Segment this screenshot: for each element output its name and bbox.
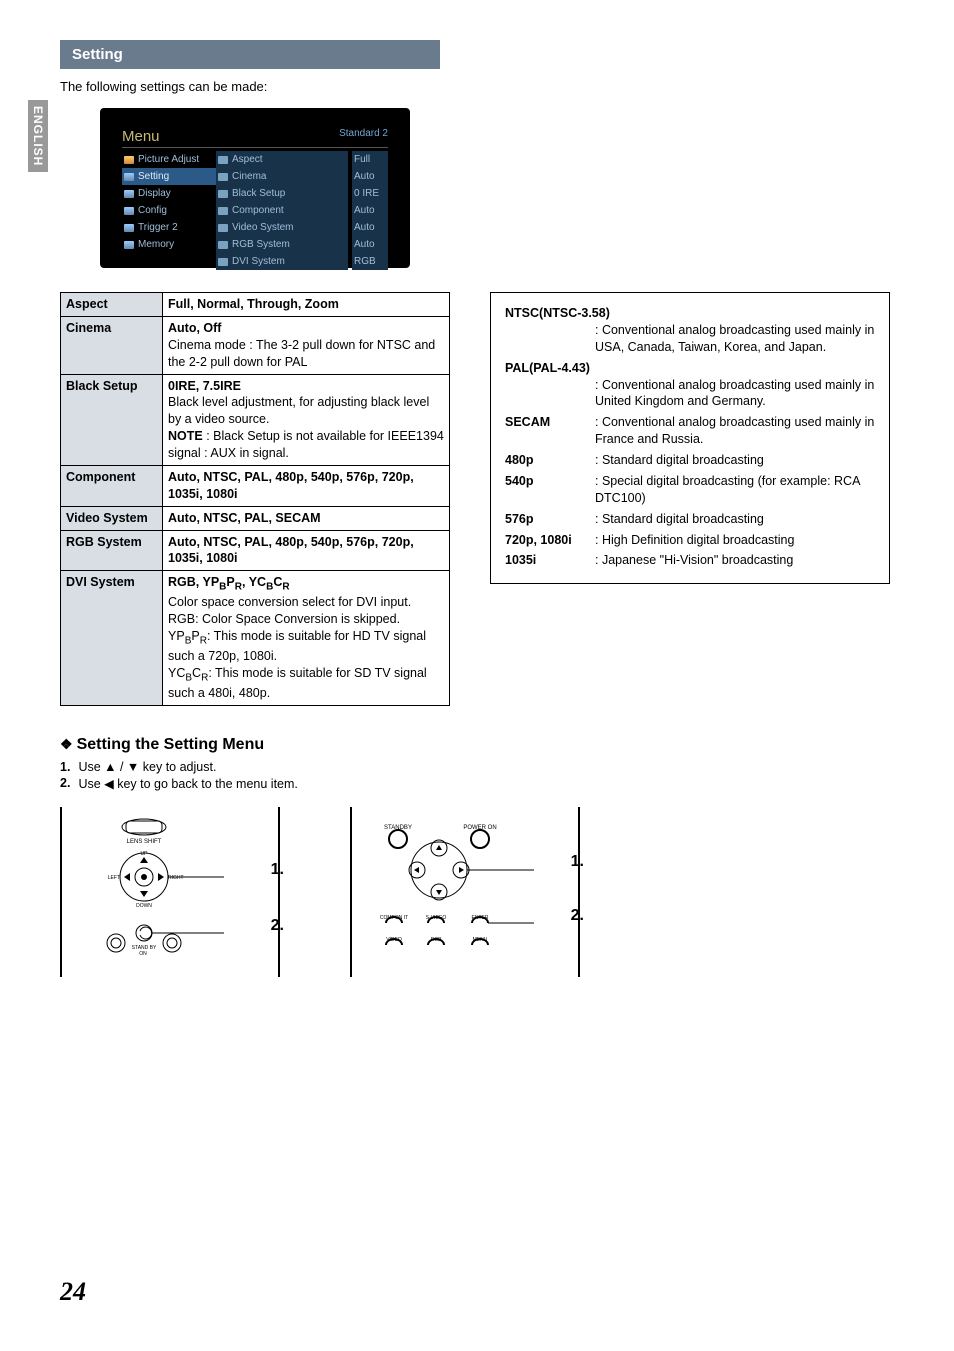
step-number: 2. xyxy=(60,776,70,791)
osd-setting-item: Component xyxy=(216,202,348,219)
format-label: 1035i xyxy=(505,552,595,569)
settings-table: AspectFull, Normal, Through, ZoomCinemaA… xyxy=(60,292,450,706)
setting-value-cell: Auto, NTSC, PAL, 480p, 540p, 576p, 720p,… xyxy=(163,530,450,571)
subsection-heading: ❖Setting the Setting Menu xyxy=(60,736,894,754)
osd-item-icon xyxy=(218,156,228,164)
format-label: 720p, 1080i xyxy=(505,532,595,549)
remote-controls-diagram: STANDBY POWER ON COMPON IT S-VIDEO ENTER… xyxy=(350,807,580,977)
setting-name-cell: RGB System xyxy=(61,530,163,571)
setting-name-cell: Aspect xyxy=(61,293,163,317)
format-desc: : Standard digital broadcasting xyxy=(595,511,875,528)
osd-left-item: Memory xyxy=(122,236,216,253)
callout-2: 2. xyxy=(571,907,584,925)
step-2-text: Use ◀ key to go back to the menu item. xyxy=(78,776,297,791)
osd-setting-value: Auto xyxy=(352,219,388,236)
osd-item-icon xyxy=(124,241,134,249)
callout-2: 2. xyxy=(271,917,284,935)
osd-left-item: Setting xyxy=(122,168,216,185)
format-desc: : Special digital broadcasting (for exam… xyxy=(595,473,875,507)
pal-title: PAL(PAL-4.43) xyxy=(505,360,875,377)
osd-item-icon xyxy=(218,241,228,249)
osd-item-icon xyxy=(124,207,134,215)
step-number: 1. xyxy=(60,760,70,774)
step-1-text: Use ▲ / ▼ key to adjust. xyxy=(78,760,216,774)
callout-1: 1. xyxy=(571,853,584,871)
diamond-bullet-icon: ❖ xyxy=(60,736,73,752)
svg-text:UP: UP xyxy=(141,851,149,857)
broadcast-formats-box: NTSC(NTSC-3.58) : Conventional analog br… xyxy=(490,292,890,584)
osd-item-icon xyxy=(218,207,228,215)
osd-item-icon xyxy=(124,173,134,181)
osd-mode: Standard 2 xyxy=(339,128,388,145)
osd-item-icon xyxy=(124,190,134,198)
osd-item-icon xyxy=(124,224,134,232)
page-number: 24 xyxy=(60,1277,894,1307)
setting-value-cell: Full, Normal, Through, Zoom xyxy=(163,293,450,317)
setting-name-cell: Black Setup xyxy=(61,374,163,465)
osd-setting-value: Auto xyxy=(352,202,388,219)
projector-svg: LENS SHIFT UP LEFT RIGHT DOWN STAND BY O… xyxy=(74,815,234,975)
osd-item-icon xyxy=(218,190,228,198)
format-label: SECAM xyxy=(505,414,595,448)
osd-title: Menu xyxy=(122,128,160,145)
osd-item-icon xyxy=(124,156,134,164)
format-desc: : Japanese "Hi-Vision" broadcasting xyxy=(595,552,875,569)
osd-left-item: Config xyxy=(122,202,216,219)
callout-1: 1. xyxy=(271,861,284,879)
setting-name-cell: Video System xyxy=(61,506,163,530)
projector-controls-diagram: LENS SHIFT UP LEFT RIGHT DOWN STAND BY O… xyxy=(60,807,280,977)
osd-setting-value: RGB xyxy=(352,253,388,270)
osd-left-item: Picture Adjust xyxy=(122,151,216,168)
format-label: 540p xyxy=(505,473,595,507)
osd-setting-value: Full xyxy=(352,151,388,168)
setting-name-cell: DVI System xyxy=(61,571,163,706)
setting-value-cell: RGB, YPBPR, YCBCRColor space conversion … xyxy=(163,571,450,706)
section-header-bar: Setting xyxy=(60,40,440,69)
osd-item-icon xyxy=(218,224,228,232)
pal-desc: : Conventional analog broadcasting used … xyxy=(595,377,875,411)
osd-setting-item: Black Setup xyxy=(216,185,348,202)
setting-value-cell: Auto, NTSC, PAL, SECAM xyxy=(163,506,450,530)
osd-left-item: Trigger 2 xyxy=(122,219,216,236)
setting-name-cell: Component xyxy=(61,465,163,506)
setting-value-cell: Auto, NTSC, PAL, 480p, 540p, 576p, 720p,… xyxy=(163,465,450,506)
setting-value-cell: 0IRE, 7.5IREBlack level adjustment, for … xyxy=(163,374,450,465)
format-desc: : High Definition digital broadcasting xyxy=(595,532,875,549)
osd-item-icon xyxy=(218,173,228,181)
intro-text: The following settings can be made: xyxy=(60,79,894,94)
osd-setting-value: Auto xyxy=(352,236,388,253)
osd-setting-item: RGB System xyxy=(216,236,348,253)
svg-text:ON: ON xyxy=(139,951,147,957)
svg-text:DOWN: DOWN xyxy=(136,903,152,909)
format-desc: : Standard digital broadcasting xyxy=(595,452,875,469)
osd-setting-item: Video System xyxy=(216,219,348,236)
language-tab: ENGLISH xyxy=(28,100,48,172)
osd-setting-value: Auto xyxy=(352,168,388,185)
ntsc-desc: : Conventional analog broadcasting used … xyxy=(595,322,875,356)
osd-menu-screenshot: Menu Standard 2 Picture AdjustSettingDis… xyxy=(100,108,410,268)
osd-item-icon xyxy=(218,258,228,266)
svg-text:LEFT: LEFT xyxy=(108,875,120,881)
osd-setting-item: Aspect xyxy=(216,151,348,168)
svg-text:LENS SHIFT: LENS SHIFT xyxy=(127,839,162,845)
osd-setting-item: DVI System xyxy=(216,253,348,270)
osd-setting-value: 0 IRE xyxy=(352,185,388,202)
format-desc: : Conventional analog broadcasting used … xyxy=(595,414,875,448)
svg-text:RIGHT: RIGHT xyxy=(168,875,184,881)
format-label: 576p xyxy=(505,511,595,528)
osd-left-item: Display xyxy=(122,185,216,202)
setting-value-cell: Auto, OffCinema mode : The 3-2 pull down… xyxy=(163,316,450,374)
format-label: 480p xyxy=(505,452,595,469)
ntsc-title: NTSC(NTSC-3.58) xyxy=(505,305,875,322)
remote-svg: STANDBY POWER ON COMPON IT S-VIDEO ENTER… xyxy=(364,815,544,975)
osd-setting-item: Cinema xyxy=(216,168,348,185)
setting-name-cell: Cinema xyxy=(61,316,163,374)
